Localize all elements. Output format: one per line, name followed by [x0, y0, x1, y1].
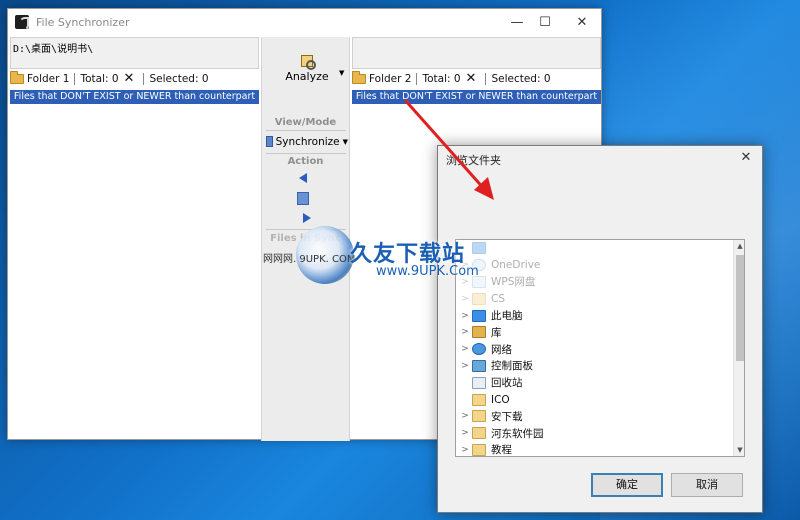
tree-item[interactable]: > 库: [456, 324, 732, 341]
folder-tree-list: > OneDrive > WPS网盘 > CS > 此电脑 > 库 > 网络 > 控制面板 回收站 ICO > 安…: [456, 240, 732, 457]
tree-item-label: 安下载: [491, 410, 523, 423]
folder-icon: [472, 393, 486, 406]
folder-icon: [472, 427, 486, 440]
tree-item-label: 教程: [491, 444, 512, 457]
view-mode-label: View/Mode: [274, 117, 337, 128]
tree-item[interactable]: > 控制面板: [456, 358, 732, 375]
copy-left-icon[interactable]: [299, 173, 307, 183]
tree-item[interactable]: [456, 240, 732, 257]
open-folder-icon[interactable]: [352, 70, 366, 84]
tree-item-label: 库: [491, 326, 502, 339]
minimize-button[interactable]: —: [503, 13, 531, 33]
folder1-path-field[interactable]: D:\桌面\说明书\: [10, 37, 259, 69]
folder2-selected: Selected: 0: [491, 72, 551, 85]
watermark-url: www.9UPK.Com: [376, 264, 479, 279]
separator: [74, 72, 76, 85]
tree-item-label: 控制面板: [491, 360, 533, 373]
folder2-info-row: Folder 2 Total: 0 ✕ Selected: 0: [352, 70, 601, 87]
browse-folder-dialog: 浏览文件夹 ✕ > OneDrive > WPS网盘 > CS > 此电脑 > 库 > 网络 > 控制面板…: [437, 145, 763, 513]
tree-item-label: ICO: [491, 393, 510, 406]
folder2-label[interactable]: Folder 2: [369, 73, 411, 85]
tree-item[interactable]: > WPS网盘: [456, 274, 732, 291]
scroll-down-icon[interactable]: ▼: [734, 444, 744, 456]
folder-icon: [472, 292, 486, 305]
scroll-thumb[interactable]: [736, 255, 744, 361]
folder2-path-field[interactable]: [352, 37, 601, 69]
left-pane: D:\桌面\说明书\ Folder 1 Total: 0 ✕ Selected:…: [8, 37, 261, 441]
app-icon: [15, 15, 29, 31]
folder2-total: Total: 0: [422, 72, 461, 85]
chevron-right-icon[interactable]: >: [458, 294, 472, 304]
analyze-icon: [301, 55, 316, 70]
folder-icon: [472, 443, 486, 456]
control-panel-icon: [472, 359, 486, 372]
library-icon: [472, 326, 486, 339]
tree-item[interactable]: > 安下载: [456, 408, 732, 425]
tree-item-label: 河东软件园: [491, 427, 544, 440]
analyze-button[interactable]: Analyze: [272, 51, 342, 95]
recycle-bin-icon: [472, 376, 486, 389]
folder2-filter-bar[interactable]: Files that DON'T EXIST or NEWER than cou…: [352, 90, 601, 104]
cancel-button[interactable]: 取消: [671, 473, 743, 497]
synchronize-label: Synchronize: [275, 135, 340, 148]
folder1-label[interactable]: Folder 1: [27, 73, 69, 85]
folder1-filter-bar[interactable]: Files that DON'T EXIST or NEWER than cou…: [10, 90, 259, 104]
tree-item-label: 网络: [491, 343, 512, 356]
window-title: File Synchronizer: [36, 16, 130, 29]
tree-item-label: OneDrive: [491, 259, 541, 272]
tree-item[interactable]: > 河东软件园: [456, 425, 732, 442]
scroll-up-icon[interactable]: ▲: [734, 240, 744, 252]
tree-item[interactable]: 回收站: [456, 374, 732, 391]
separator: [143, 72, 145, 85]
tree-item[interactable]: > CS: [456, 290, 732, 307]
folder1-selected: Selected: 0: [149, 72, 209, 85]
chevron-right-icon[interactable]: >: [458, 428, 472, 438]
folder-icon: [472, 410, 486, 423]
title-bar: File Synchronizer — ☐ ✕: [8, 9, 601, 37]
analyze-dropdown-icon[interactable]: ▼: [339, 69, 344, 77]
chevron-right-icon[interactable]: >: [458, 311, 472, 321]
tree-item-label: CS: [491, 292, 505, 305]
tree-scrollbar[interactable]: ▲ ▼: [733, 240, 744, 456]
chevron-down-icon: ▼: [342, 137, 348, 146]
separator: [485, 72, 487, 85]
separator: [416, 72, 418, 85]
copy-both-icon[interactable]: [297, 192, 309, 205]
chevron-right-icon[interactable]: >: [458, 445, 472, 455]
tree-item[interactable]: > 网络: [456, 341, 732, 358]
folder-tree[interactable]: > OneDrive > WPS网盘 > CS > 此电脑 > 库 > 网络 > 控制面板 回收站 ICO > 安…: [455, 239, 745, 457]
clear-icon[interactable]: ✕: [124, 71, 135, 86]
tree-item[interactable]: > OneDrive: [456, 257, 732, 274]
folder1-total: Total: 0: [80, 72, 119, 85]
desktop-icon: [472, 242, 486, 255]
network-icon: [472, 343, 486, 356]
ok-button[interactable]: 确定: [591, 473, 663, 497]
close-button[interactable]: ✕: [568, 13, 596, 33]
open-folder-icon[interactable]: [10, 70, 24, 84]
dialog-title: 浏览文件夹: [446, 154, 501, 167]
tree-item[interactable]: ICO: [456, 391, 732, 408]
tree-item-label: 此电脑: [491, 310, 523, 323]
maximize-button[interactable]: ☐: [531, 13, 559, 33]
synchronize-dropdown[interactable]: Synchronize ▼: [266, 134, 348, 149]
watermark-small-text: 网网网. 9UPK. COM: [263, 254, 356, 265]
divider: [266, 153, 346, 154]
synchronize-icon: [266, 136, 273, 147]
clear-icon[interactable]: ✕: [466, 71, 477, 86]
divider: [266, 130, 346, 131]
computer-icon: [472, 309, 486, 322]
tree-item[interactable]: > 教程: [456, 442, 732, 457]
copy-right-icon[interactable]: [303, 213, 311, 223]
tree-item-label: WPS网盘: [491, 276, 536, 289]
dialog-close-button[interactable]: ✕: [734, 148, 758, 168]
folder1-info-row: Folder 1 Total: 0 ✕ Selected: 0: [10, 70, 259, 87]
analyze-label: Analyze: [285, 70, 329, 83]
action-label: Action: [287, 156, 324, 167]
tree-item-label: 回收站: [491, 377, 523, 390]
chevron-right-icon[interactable]: >: [458, 411, 472, 421]
chevron-right-icon[interactable]: >: [458, 327, 472, 337]
chevron-right-icon[interactable]: >: [458, 361, 472, 371]
chevron-right-icon[interactable]: >: [458, 344, 472, 354]
tree-item[interactable]: > 此电脑: [456, 307, 732, 324]
